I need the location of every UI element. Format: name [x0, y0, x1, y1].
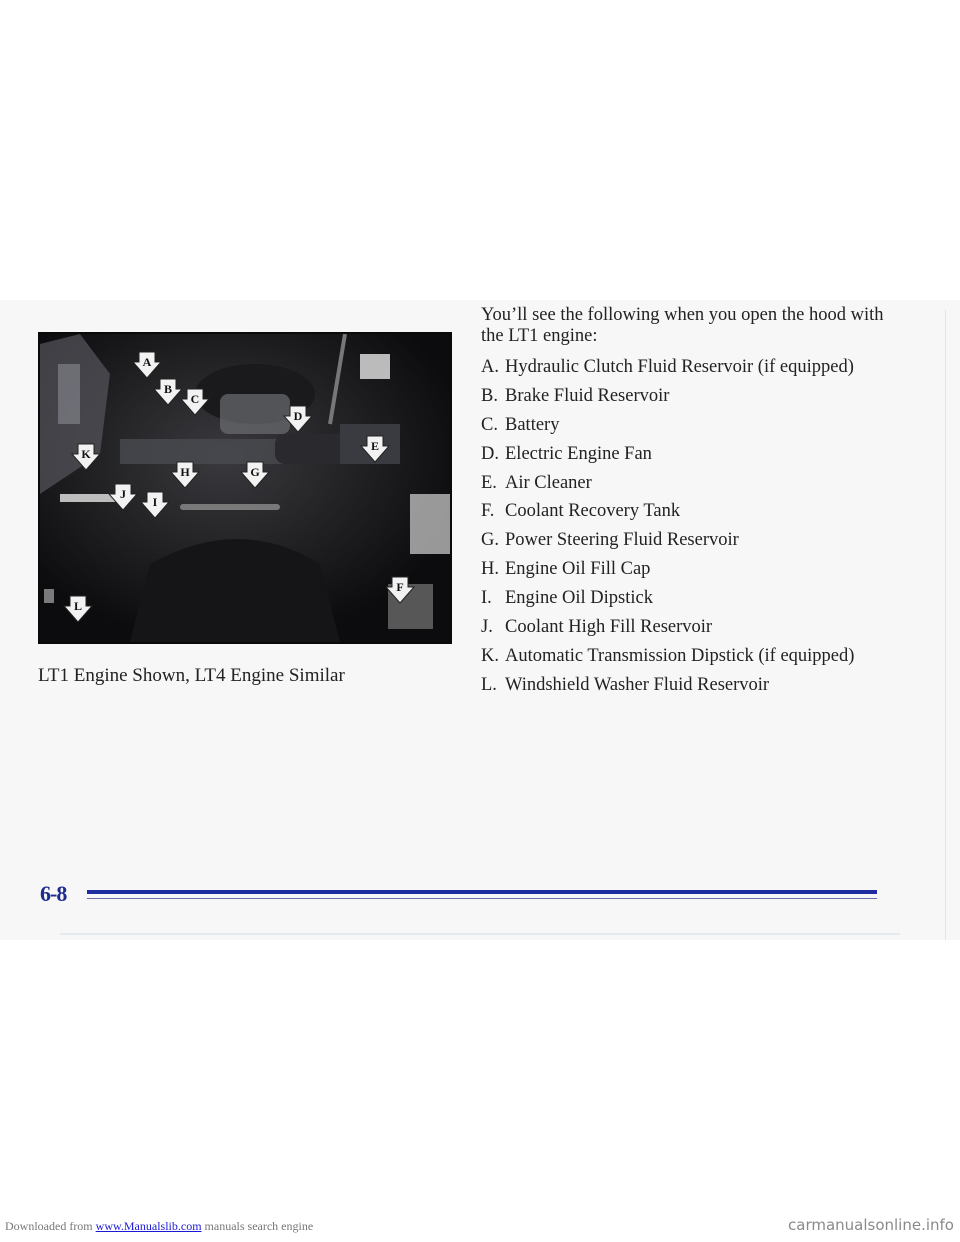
list-item: J. Coolant High Fill Reservoir: [481, 617, 921, 646]
download-suffix: manuals search engine: [201, 1219, 314, 1233]
item-letter: G.: [481, 530, 499, 551]
manualslib-link[interactable]: www.Manualslib.com: [96, 1219, 202, 1233]
page-edge-line: [945, 310, 946, 940]
item-letter: J.: [481, 617, 493, 638]
engine-photo-graphic: AB C D E F G H I J K L: [40, 334, 450, 642]
download-bar: Downloaded from www.Manualslib.com manua…: [0, 1210, 960, 1242]
list-item: B. Brake Fluid Reservoir: [481, 386, 921, 415]
item-text: Brake Fluid Reservoir: [505, 385, 670, 406]
list-item: C. Battery: [481, 415, 921, 444]
svg-text:E: E: [371, 439, 379, 453]
item-text: Coolant Recovery Tank: [505, 501, 681, 522]
svg-text:B: B: [164, 382, 172, 396]
list-item: F. Coolant Recovery Tank: [481, 501, 921, 530]
item-text: Hydraulic Clutch Fluid Reservoir (if equ…: [505, 357, 854, 377]
item-letter: D.: [481, 443, 499, 464]
item-letter: F.: [481, 501, 495, 522]
item-text: Windshield Washer Fluid Reservoir: [505, 674, 770, 695]
footer-rule-thin: [87, 898, 877, 899]
component-list: A. Hydraulic Clutch Fluid Reservoir (if e…: [481, 357, 921, 704]
list-item: L. Windshield Washer Fluid Reservoir: [481, 675, 921, 704]
svg-text:G: G: [250, 465, 259, 479]
page-number: 6-8: [40, 881, 67, 906]
engine-compartment-photo: AB C D E F G H I J K L: [38, 332, 452, 644]
item-letter: E.: [481, 472, 497, 493]
item-letter: K.: [481, 645, 499, 666]
item-text: Automatic Transmission Dipstick (if equi…: [505, 645, 855, 666]
brand-watermark: carmanualsonline.info: [788, 1216, 954, 1234]
item-text: Engine Oil Fill Cap: [505, 559, 651, 580]
svg-text:A: A: [143, 355, 152, 369]
list-item: K. Automatic Transmission Dipstick (if eq…: [481, 646, 921, 675]
intro-text: You’ll see the following when you open t…: [481, 305, 884, 346]
item-text: Battery: [505, 414, 560, 435]
list-item: E. Air Cleaner: [481, 473, 921, 502]
item-letter: B.: [481, 385, 498, 406]
svg-text:F: F: [396, 580, 403, 594]
item-letter: I.: [481, 588, 492, 609]
item-letter: H.: [481, 559, 499, 580]
item-text: Power Steering Fluid Reservoir: [505, 530, 739, 551]
footer-rule: [87, 890, 877, 894]
download-text: Downloaded from www.Manualslib.com manua…: [5, 1219, 313, 1234]
list-item: H. Engine Oil Fill Cap: [481, 559, 921, 588]
svg-text:K: K: [81, 447, 91, 461]
svg-text:C: C: [191, 392, 200, 406]
svg-text:I: I: [153, 495, 158, 509]
item-text: Engine Oil Dipstick: [505, 588, 653, 609]
download-prefix: Downloaded from: [5, 1219, 96, 1233]
list-item: I. Engine Oil Dipstick: [481, 588, 921, 617]
svg-text:J: J: [120, 487, 126, 501]
item-text: Electric Engine Fan: [505, 443, 652, 464]
manual-page: AB C D E F G H I J K L LT1 Engine Shown, LT4 Engin…: [0, 0, 960, 1210]
list-item: G. Power Steering Fluid Reservoir: [481, 530, 921, 559]
item-letter: A.: [481, 357, 499, 377]
item-letter: C.: [481, 414, 498, 435]
item-letter: L.: [481, 674, 497, 695]
item-text: Coolant High Fill Reservoir: [505, 617, 713, 638]
svg-text:D: D: [294, 409, 303, 423]
list-item: A. Hydraulic Clutch Fluid Reservoir (if e…: [481, 357, 921, 386]
svg-text:H: H: [180, 465, 190, 479]
item-text: Air Cleaner: [505, 472, 592, 493]
figure-caption: LT1 Engine Shown, LT4 Engine Similar: [38, 665, 345, 686]
list-item: D. Electric Engine Fan: [481, 444, 921, 473]
scan-edge-line: [60, 933, 900, 935]
svg-text:L: L: [74, 599, 82, 613]
